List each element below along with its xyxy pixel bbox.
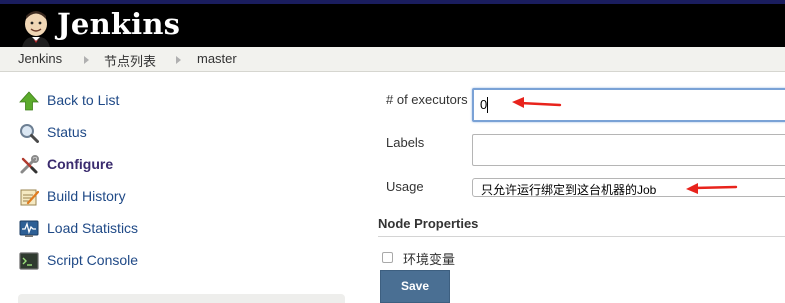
wrench-screwdriver-icon — [18, 154, 40, 176]
top-header: Jenkins — [0, 0, 785, 48]
labels-label: Labels — [386, 135, 425, 150]
env-vars-label: 环境变量 — [403, 252, 456, 267]
sidebar-item-label: Configure — [47, 156, 114, 172]
breadcrumb-separator-icon[interactable] — [84, 56, 89, 64]
up-arrow-icon — [18, 90, 40, 112]
monitor-graph-icon — [18, 218, 40, 240]
magnifier-icon — [18, 122, 40, 144]
executors-label: # of executors — [386, 92, 468, 107]
usage-label: Usage — [386, 179, 424, 194]
text-caret — [487, 97, 488, 113]
sidebar-item-label: Script Console — [47, 252, 139, 268]
sidebar-item-label: Back to List — [47, 92, 120, 108]
sidebar-item-script-console[interactable]: Script Console — [18, 249, 138, 273]
terminal-icon — [18, 250, 40, 272]
jenkins-butler-logo[interactable] — [18, 10, 54, 48]
breadcrumb-node-list[interactable]: 节点列表 — [104, 51, 156, 70]
sidebar-item-label: Build History — [47, 188, 126, 204]
sidebar-item-load-statistics[interactable]: Load Statistics — [18, 217, 138, 241]
node-properties-title: Node Properties — [378, 216, 479, 231]
section-divider — [378, 236, 785, 237]
annotation-arrow-icon — [512, 97, 562, 108]
breadcrumb: Jenkins 节点列表 master — [0, 47, 785, 72]
sidebar-item-status[interactable]: Status — [18, 121, 87, 145]
annotation-arrow-icon — [686, 183, 738, 194]
sidebar-item-back-to-list[interactable]: Back to List — [18, 89, 119, 113]
notepad-icon — [18, 186, 40, 208]
breadcrumb-separator-icon[interactable] — [176, 56, 181, 64]
labels-input[interactable] — [472, 134, 785, 166]
sidebar-item-build-history[interactable]: Build History — [18, 185, 126, 209]
breadcrumb-jenkins[interactable]: Jenkins — [18, 51, 62, 66]
usage-selected-value: 只允许运行绑定到这台机器的Job — [481, 183, 657, 197]
save-button[interactable]: Save — [380, 270, 450, 303]
sidebar-item-label: Status — [47, 124, 87, 140]
sidebar-item-label: Load Statistics — [47, 220, 139, 236]
sidebar-executors-panel — [18, 294, 345, 303]
breadcrumb-master[interactable]: master — [197, 51, 237, 66]
app-title[interactable]: Jenkins — [57, 7, 180, 41]
env-vars-checkbox[interactable] — [382, 252, 393, 263]
sidebar-item-configure[interactable]: Configure — [18, 153, 113, 177]
